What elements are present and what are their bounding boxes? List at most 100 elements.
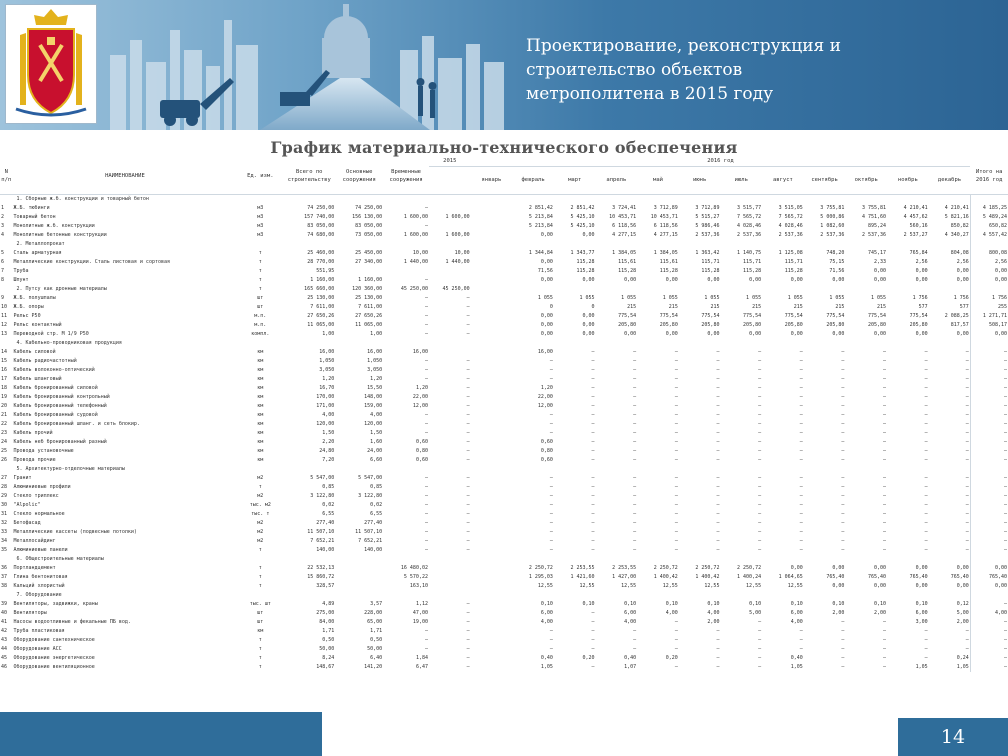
cell-value: — [674, 493, 678, 499]
cell-value: — [424, 484, 428, 490]
cell-name: Кабель волоконно-оптический [13, 367, 95, 373]
cell-value: 24,00 [367, 448, 383, 454]
cell-value [929, 339, 971, 348]
table-row: 24 Кабель неб бронированный разный км 2,20 1… [0, 438, 1008, 447]
cell-value [720, 285, 762, 294]
cell-num: 23 [1, 430, 8, 436]
cell-value: — [716, 394, 720, 400]
cell-value: — [841, 547, 845, 553]
cell-value: 115,61 [659, 259, 678, 265]
cell-value: — [799, 421, 803, 427]
cell-value: — [883, 403, 887, 409]
cell-value: — [549, 547, 553, 553]
cell-value: — [466, 547, 470, 553]
cell-unit: м2 [257, 520, 264, 526]
cell-value: 0,00 [956, 565, 969, 571]
cell-value: 1 363,42 [695, 250, 720, 256]
cell-value: 45 250,00 [442, 286, 470, 292]
cell-value: — [924, 511, 928, 517]
cell-value: — [591, 457, 595, 463]
cell-value: 6,40 [370, 655, 383, 661]
cell-value: 205,80 [659, 322, 678, 328]
cell-value: 2 250,72 [528, 565, 553, 571]
table-row: 14 Кабель силовой км 16,00 16,00 16,00 16,00— —… [0, 348, 1008, 357]
table-row: 36 Портландцемент т 22 532,13 16 480,02 2 250… [0, 564, 1008, 573]
cell-value: 277,40 [364, 520, 383, 526]
cell-value: — [924, 628, 928, 634]
cell-name: "Alpolic" [13, 502, 41, 508]
section-row: 4. Кабельно-проводниковая продукция [0, 339, 1008, 348]
cell-unit: м2 [257, 493, 264, 499]
cell-value: 140,00 [364, 547, 383, 553]
cell-name: 2. Путсу как дронные материалы [16, 286, 107, 292]
cell-value: — [965, 385, 969, 391]
cell-value: — [841, 430, 845, 436]
cell-value: — [883, 430, 887, 436]
cell-value [383, 240, 429, 249]
cell-value: 2 537,27 [903, 232, 928, 238]
cell-value: 19,00 [412, 619, 428, 625]
cell-value: 115,28 [576, 268, 595, 274]
cell-value: — [633, 376, 637, 382]
cell-value: 1,71 [370, 628, 383, 634]
cell-value: 765,40 [950, 574, 969, 580]
cell-num: 32 [1, 520, 8, 526]
cell-name: Кабель бронированный контрольный [13, 394, 110, 400]
cell-unit: км [257, 439, 264, 445]
cell-value: — [883, 502, 887, 508]
cell-value: 0,10 [624, 601, 637, 607]
cell-num: 45 [1, 655, 8, 661]
cell-value: — [965, 628, 969, 634]
cell-value: — [466, 421, 470, 427]
cell-num: 34 [1, 538, 8, 544]
cell-num: 19 [1, 394, 8, 400]
cell-value [429, 564, 471, 573]
cell-value: 0,00 [665, 331, 678, 337]
cell-value: 0,10 [915, 601, 928, 607]
cell-value: 1 055 [621, 295, 637, 301]
cell-value: 0,85 [322, 484, 335, 490]
cell-value: — [841, 349, 845, 355]
cell-value: — [883, 439, 887, 445]
col-header-2015: 2015 [428, 157, 471, 167]
cell-value: — [674, 448, 678, 454]
cell-value: — [969, 366, 1008, 375]
cell-value: — [633, 484, 637, 490]
table-row: 32 Бетофасад м2 277,40 277,40— — — — — — — — — — — — — — [0, 519, 1008, 528]
cell-value: — [716, 520, 720, 526]
cell-unit: км [257, 403, 264, 409]
cell-value: — [965, 376, 969, 382]
cell-value: — [841, 457, 845, 463]
cell-value: — [591, 430, 595, 436]
table-row: 40 Вентиляторы шт 275,00 228,00 47,00 — 6,00 — 6,… [0, 609, 1008, 618]
cell-value: 0 [591, 304, 595, 310]
cell-value: 804,08 [950, 250, 969, 256]
cell-name: 1. Сборные ж.б. конструкции и товарный б… [16, 196, 149, 202]
cell-value: 157 740,00 [304, 214, 335, 220]
cell-value: 1,05 [790, 664, 803, 670]
cell-value: 0,00 [790, 331, 803, 337]
cell-value: 25 130,00 [355, 295, 383, 301]
cell-value: 577 [918, 304, 928, 310]
cell-value [429, 573, 471, 582]
table-row: 29 Стекло триплекс м2 3 122,80 3 122,80— — — — —… [0, 492, 1008, 501]
cell-value: — [716, 385, 720, 391]
cell-value: 1 082,60 [820, 223, 845, 229]
cell-value: — [924, 403, 928, 409]
cell-value: 0,40 [790, 655, 803, 661]
cell-value: — [883, 394, 887, 400]
cell-value: 28 770,00 [307, 259, 335, 265]
cell-unit: тыс. т [251, 511, 270, 517]
cell-value: 4 277,15 [612, 232, 637, 238]
col-header-month: декабрь [928, 166, 971, 195]
cell-value: — [883, 646, 887, 652]
cell-value: — [841, 385, 845, 391]
cell-value: — [924, 448, 928, 454]
cell-value [512, 591, 554, 600]
cell-value [720, 555, 762, 564]
cell-value: — [799, 493, 803, 499]
cell-value [969, 465, 1008, 474]
cell-value: — [969, 645, 1008, 654]
cell-unit: т [258, 637, 262, 643]
cell-value: — [841, 520, 845, 526]
